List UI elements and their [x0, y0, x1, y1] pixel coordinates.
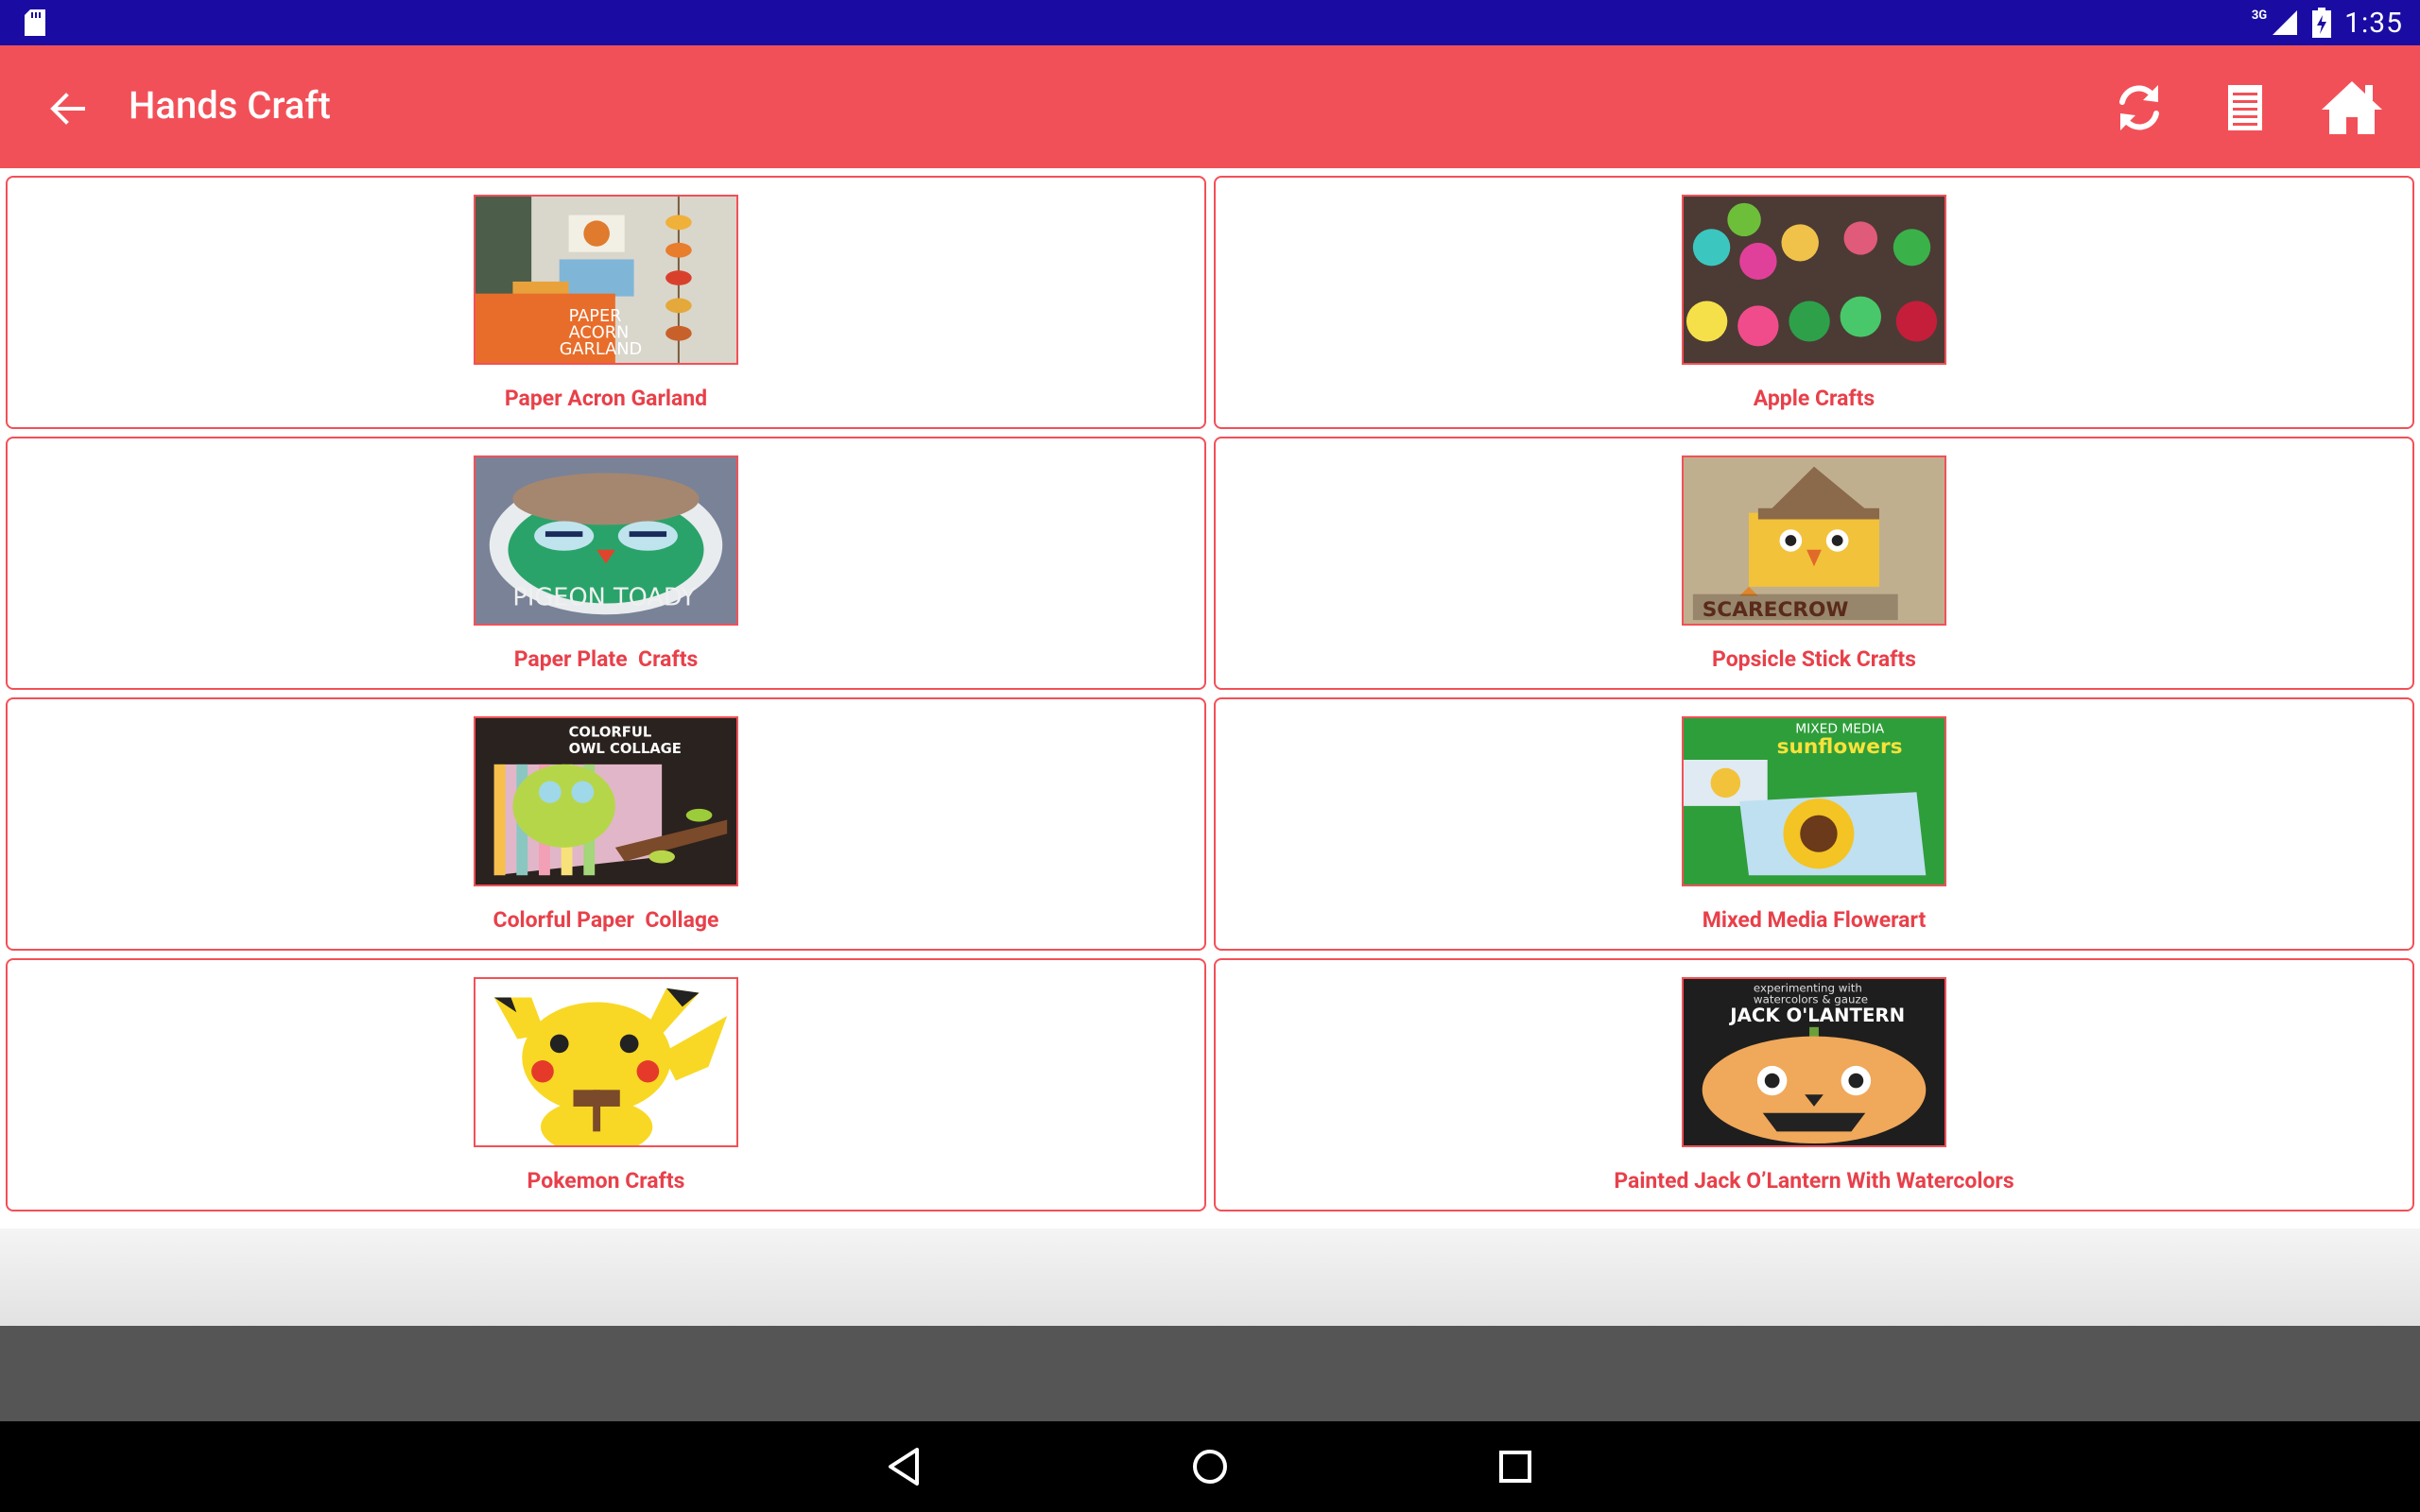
- craft-thumbnail: COLORFUL OWL COLLAGE: [474, 716, 738, 886]
- craft-card-colorful-paper-collage[interactable]: COLORFUL OWL COLLAGE Colorful Paper Coll…: [6, 697, 1206, 951]
- craft-label: Paper Acron Garland: [504, 386, 708, 411]
- status-clock: 1:35: [2344, 6, 2403, 40]
- craft-thumbnail: SCARECROW: [1682, 455, 1946, 626]
- craft-card-apple-crafts[interactable]: Apple Crafts: [1214, 176, 2414, 429]
- thumb-text: PIGEON TOADY: [512, 584, 696, 612]
- crafts-grid: PAPER ACORN GARLAND Paper Acron Garland: [6, 176, 2414, 1211]
- craft-card-paper-plate-crafts[interactable]: PIGEON TOADY Paper Plate Crafts: [6, 437, 1206, 690]
- craft-label: Painted Jack O’Lantern With Watercolors: [1614, 1168, 2014, 1194]
- thumb-text: COLORFUL: [569, 725, 652, 741]
- craft-label: Colorful Paper Collage: [493, 907, 719, 933]
- app-bar: Hands Craft: [0, 45, 2420, 168]
- system-nav-bar: [0, 1421, 2420, 1512]
- thumb-text: OWL COLLAGE: [569, 741, 682, 757]
- nav-back-icon[interactable]: [879, 1442, 928, 1491]
- craft-thumbnail: MIXED MEDIA sunflowers: [1682, 716, 1946, 886]
- craft-thumbnail: PAPER ACORN GARLAND: [474, 195, 738, 365]
- back-arrow-icon[interactable]: [42, 83, 93, 134]
- craft-card-paper-acorn-garland[interactable]: PAPER ACORN GARLAND Paper Acron Garland: [6, 176, 1206, 429]
- craft-card-pokemon-crafts[interactable]: Pokemon Crafts: [6, 958, 1206, 1211]
- thumb-text: JACK O'LANTERN: [1728, 1005, 1905, 1026]
- craft-card-painted-jack-olantern[interactable]: experimenting with watercolors & gauze J…: [1214, 958, 2414, 1211]
- refresh-icon[interactable]: [2105, 74, 2173, 142]
- craft-thumbnail: [474, 977, 738, 1147]
- notes-icon[interactable]: [2211, 74, 2279, 142]
- craft-card-mixed-media-flowerart[interactable]: MIXED MEDIA sunflowers Mixed Media Flowe…: [1214, 697, 2414, 951]
- nav-recents-icon[interactable]: [1491, 1442, 1540, 1491]
- status-bar: 3G 1:35: [0, 0, 2420, 45]
- thumb-text: sunflowers: [1777, 735, 1903, 759]
- craft-label: Pokemon Crafts: [527, 1168, 685, 1194]
- craft-label: Paper Plate Crafts: [513, 646, 699, 672]
- thumb-text: GARLAND: [560, 340, 643, 359]
- craft-label: Mixed Media Flowerart: [1702, 907, 1927, 933]
- thumb-text: SCARECROW: [1703, 598, 1849, 622]
- craft-thumbnail: PIGEON TOADY: [474, 455, 738, 626]
- page-title: Hands Craft: [129, 83, 331, 128]
- craft-thumbnail: experimenting with watercolors & gauze J…: [1682, 977, 1946, 1147]
- thumb-text: MIXED MEDIA: [1795, 722, 1884, 737]
- sd-card-icon: [25, 9, 45, 36]
- craft-label: Popsicle Stick Crafts: [1712, 646, 1916, 672]
- nav-home-icon[interactable]: [1185, 1442, 1235, 1491]
- signal-icon: [2273, 10, 2298, 35]
- craft-card-popsicle-stick-crafts[interactable]: SCARECROW Popsicle Stick Crafts: [1214, 437, 2414, 690]
- network-type-label: 3G: [2251, 8, 2268, 23]
- background-area: [0, 1228, 2420, 1326]
- ad-banner: [0, 1326, 2420, 1421]
- battery-charging-icon: [2312, 8, 2332, 38]
- craft-thumbnail: [1682, 195, 1946, 365]
- craft-label: Apple Crafts: [1753, 386, 1876, 411]
- home-icon[interactable]: [2318, 74, 2386, 142]
